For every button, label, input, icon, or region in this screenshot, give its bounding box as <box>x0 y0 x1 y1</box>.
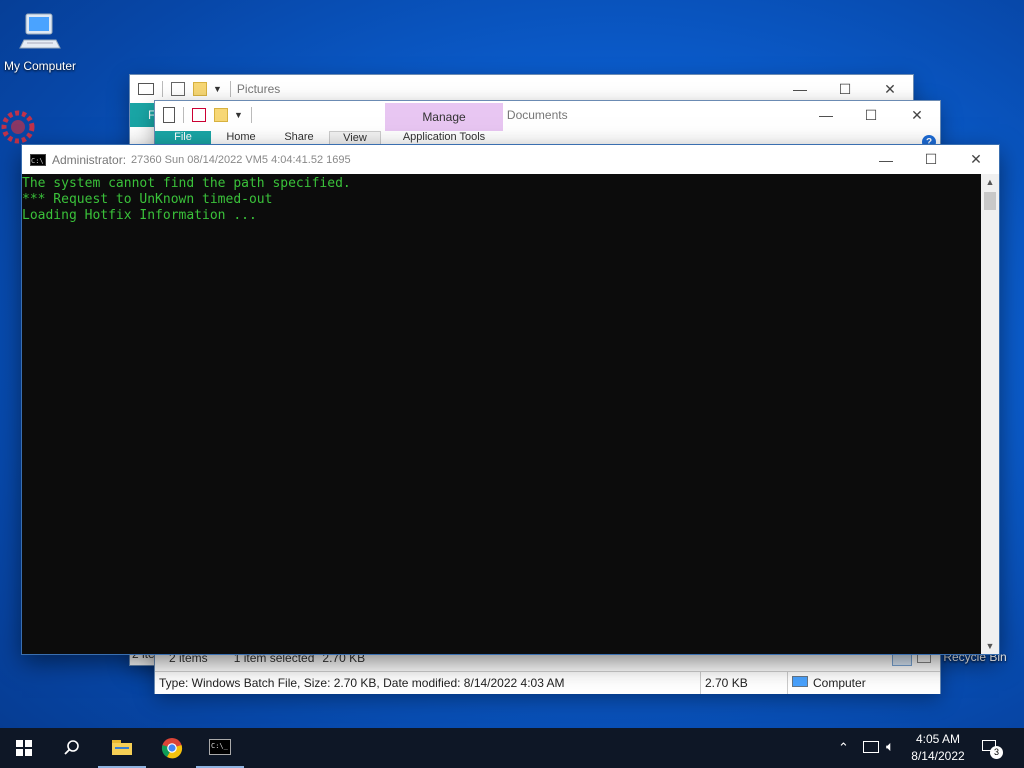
clock[interactable]: 4:05 AM 8/14/2022 <box>904 731 972 765</box>
details-location: Computer <box>813 676 866 690</box>
file-details: Type: Windows Batch File, Size: 2.70 KB,… <box>159 676 565 690</box>
details-bar: Type: Windows Batch File, Size: 2.70 KB,… <box>155 671 940 694</box>
notification-count-badge: 3 <box>990 746 1003 759</box>
vertical-scrollbar[interactable]: ▲ ▼ <box>981 174 999 654</box>
details-size: 2.70 KB <box>705 676 748 690</box>
desktop-icon-label: My Computer <box>3 59 77 73</box>
separator <box>250 107 252 123</box>
console-output[interactable]: The system cannot find the path specifie… <box>22 174 981 656</box>
maximize-button[interactable]: ☐ <box>848 101 894 129</box>
separator <box>162 81 163 97</box>
separator <box>183 107 184 123</box>
volume-icon[interactable]: 🔈︎ <box>886 738 894 755</box>
start-button[interactable] <box>0 728 48 768</box>
minimize-button[interactable]: — <box>777 75 823 103</box>
properties-icon[interactable] <box>163 107 175 123</box>
taskbar-file-explorer[interactable] <box>98 728 146 768</box>
new-folder-icon[interactable] <box>214 108 228 122</box>
close-button[interactable]: ✕ <box>867 75 913 103</box>
cmd-titlebar[interactable]: C:\ Administrator: 27360 Sun 08/14/2022 … <box>22 145 999 174</box>
desktop-icon-my-computer[interactable]: My Computer <box>0 10 80 73</box>
window-title: Documents <box>506 108 568 122</box>
tab-file[interactable]: File <box>155 131 211 145</box>
action-center-button[interactable]: 3 <box>980 738 1003 759</box>
console-line: The system cannot find the path specifie… <box>22 176 351 191</box>
taskbar-chrome[interactable] <box>148 728 196 768</box>
show-hidden-icons-icon[interactable]: ⌃ <box>838 740 849 756</box>
taskbar-cmd[interactable]: C:\_ <box>196 728 244 768</box>
customize-toolbar-icon[interactable]: ▼ <box>234 110 243 120</box>
maximize-button[interactable]: ☐ <box>822 75 868 103</box>
computer-icon <box>19 13 61 49</box>
cmd-title-prefix: Administrator: <box>52 152 127 167</box>
search-button[interactable] <box>48 728 96 768</box>
console-line: Loading Hotfix Information ... <box>22 208 257 223</box>
clock-time: 4:05 AM <box>915 732 961 746</box>
gear-cluster-icon <box>1 110 35 144</box>
cmd-icon: C:\ <box>30 153 46 166</box>
file-tab[interactable]: F <box>130 103 154 127</box>
customize-toolbar-icon[interactable]: ▼ <box>213 84 222 94</box>
tab-share[interactable]: Share <box>271 131 327 145</box>
details-divider <box>787 672 788 694</box>
network-icon[interactable] <box>863 741 879 753</box>
windows-logo-icon <box>16 740 32 756</box>
tab-manage[interactable]: Manage <box>385 103 503 131</box>
console-line: *** Request to UnKnown timed-out <box>22 192 273 207</box>
separator <box>229 81 231 97</box>
window-title: Pictures <box>236 82 281 96</box>
computer-icon <box>792 676 808 687</box>
details-divider <box>700 672 701 694</box>
maximize-button[interactable]: ☐ <box>908 145 954 174</box>
minimize-button[interactable]: — <box>803 101 849 129</box>
taskbar: C:\_ ⌃ 🔈︎ 4:05 AM 8/14/2022 3 <box>0 728 1024 768</box>
cmd-icon: C:\_ <box>209 739 231 755</box>
clock-date: 8/14/2022 <box>911 749 965 763</box>
minimize-button[interactable]: — <box>863 145 909 174</box>
application-tools-label: Application Tools <box>385 131 503 145</box>
properties-icon[interactable] <box>171 82 185 96</box>
folder-icon <box>112 740 132 755</box>
cmd-title-detail: 27360 Sun 08/14/2022 VM5 4:04:41.52 1695 <box>131 153 351 166</box>
check-icon[interactable] <box>192 108 206 122</box>
scroll-thumb[interactable] <box>984 192 996 210</box>
scroll-up-icon[interactable]: ▲ <box>981 174 999 190</box>
cmd-window[interactable]: C:\ Administrator: 27360 Sun 08/14/2022 … <box>22 145 999 654</box>
close-button[interactable]: ✕ <box>894 101 940 129</box>
tab-view[interactable]: View <box>329 131 381 145</box>
tab-home[interactable]: Home <box>211 131 271 145</box>
scroll-down-icon[interactable]: ▼ <box>981 638 999 654</box>
close-button[interactable]: ✕ <box>953 145 999 174</box>
new-folder-icon[interactable] <box>193 82 207 96</box>
window-app-icon <box>138 83 154 95</box>
search-icon <box>64 740 79 755</box>
chrome-icon <box>161 738 183 759</box>
